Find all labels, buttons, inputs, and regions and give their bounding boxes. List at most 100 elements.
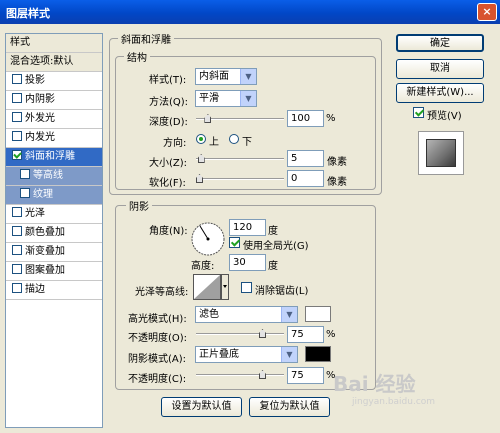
preview-label: 预览(V) — [427, 111, 462, 122]
preview-checkbox[interactable] — [413, 107, 424, 118]
style-checkbox[interactable] — [12, 93, 22, 103]
style-checkbox[interactable] — [12, 283, 22, 293]
style-preview-thumbnail — [418, 131, 464, 175]
style-list-item[interactable]: 颜色叠加 — [6, 224, 102, 243]
style-list-item-label: 投影 — [25, 75, 45, 86]
style-list-item-label: 颜色叠加 — [25, 227, 65, 238]
altitude-input[interactable]: 30 — [229, 254, 266, 271]
ok-button[interactable]: 确定 — [396, 34, 484, 52]
soften-label: 软化(F): — [149, 178, 186, 189]
style-list-item[interactable]: 外发光 — [6, 110, 102, 129]
technique-select[interactable]: 平滑 ▼ — [195, 90, 257, 107]
chevron-down-icon: ▼ — [240, 91, 256, 106]
style-list-item[interactable]: 纹理 — [6, 186, 102, 205]
depth-label: 深度(D): — [149, 117, 188, 128]
angle-input[interactable]: 120 — [229, 219, 266, 236]
style-checkbox[interactable] — [12, 131, 22, 141]
style-checkbox[interactable] — [12, 226, 22, 236]
cancel-button[interactable]: 取消 — [396, 59, 484, 79]
depth-input[interactable]: 100 — [287, 110, 324, 127]
style-list-item[interactable]: 内阴影 — [6, 91, 102, 110]
style-checkbox[interactable] — [12, 245, 22, 255]
style-list-item[interactable]: 内发光 — [6, 129, 102, 148]
style-list-item[interactable]: 渐变叠加 — [6, 243, 102, 262]
new-style-button[interactable]: 新建样式(W)... — [396, 83, 484, 103]
style-checkbox[interactable] — [12, 112, 22, 122]
technique-label: 方法(Q): — [149, 97, 189, 108]
shadow-opacity-label: 不透明度(C): — [128, 374, 187, 385]
global-light-label: 使用全局光(G) — [243, 241, 309, 252]
shadow-mode-select[interactable]: 正片叠底 ▼ — [195, 346, 298, 363]
size-label: 大小(Z): — [149, 158, 188, 169]
style-list-item-label: 纹理 — [33, 189, 53, 200]
gloss-contour-label: 光泽等高线: — [135, 287, 189, 298]
shadow-color-swatch[interactable] — [305, 346, 331, 362]
style-label: 样式(T): — [149, 75, 187, 86]
shadow-opacity-input[interactable]: 75 — [287, 367, 324, 384]
altitude-label: 高度: — [191, 261, 215, 272]
highlight-opacity-input[interactable]: 75 — [287, 326, 324, 343]
style-checkbox[interactable] — [20, 188, 30, 198]
style-list-header[interactable]: 样式 — [6, 34, 102, 53]
size-slider-track[interactable] — [196, 158, 284, 160]
style-list-item-label: 描边 — [25, 284, 45, 295]
close-button[interactable]: × — [477, 3, 497, 21]
gloss-contour-picker-icon[interactable] — [193, 274, 229, 300]
soften-unit: 像素 — [327, 177, 347, 188]
chevron-down-icon: ▼ — [281, 347, 297, 362]
shadow-mode-label: 阴影模式(A): — [128, 354, 187, 365]
highlight-opacity-unit: % — [326, 329, 336, 340]
highlight-opacity-track[interactable] — [196, 333, 284, 335]
style-list-item[interactable]: 等高线 — [6, 167, 102, 186]
style-list-item-label: 等高线 — [33, 170, 63, 181]
structure-title: 结构 — [124, 49, 150, 64]
altitude-unit: 度 — [268, 261, 278, 272]
make-default-button[interactable]: 设置为默认值 — [161, 397, 242, 417]
style-checkbox[interactable] — [12, 74, 22, 84]
size-unit: 像素 — [327, 157, 347, 168]
shading-title: 阴影 — [126, 198, 152, 213]
global-light-checkbox[interactable] — [229, 237, 240, 248]
bevel-group-title: 斜面和浮雕 — [118, 31, 174, 46]
direction-up-radio[interactable] — [196, 134, 206, 144]
style-list-item-label: 内发光 — [25, 132, 55, 143]
depth-unit: % — [326, 113, 336, 124]
style-list-item[interactable]: 描边 — [6, 281, 102, 300]
watermark-url: jingyan.baidu.com — [352, 397, 436, 407]
style-list-item[interactable]: 光泽 — [6, 205, 102, 224]
watermark-brand: Bai 经验 — [333, 372, 416, 396]
style-list-item-label: 图案叠加 — [25, 265, 65, 276]
style-checkbox[interactable] — [12, 264, 22, 274]
reset-default-button[interactable]: 复位为默认值 — [249, 397, 330, 417]
anti-alias-checkbox[interactable] — [241, 282, 252, 293]
highlight-opacity-label: 不透明度(O): — [128, 333, 188, 344]
title-bar[interactable]: 图层样式 × — [0, 0, 500, 24]
direction-down-radio[interactable] — [229, 134, 239, 144]
style-list-item-label: 内阴影 — [25, 94, 55, 105]
highlight-color-swatch[interactable] — [305, 306, 331, 322]
style-checkbox[interactable] — [20, 169, 30, 179]
direction-label: 方向: — [163, 138, 187, 149]
highlight-mode-select[interactable]: 滤色 ▼ — [195, 306, 298, 323]
angle-label: 角度(N): — [149, 226, 188, 237]
style-checkbox[interactable] — [12, 150, 22, 160]
shadow-opacity-track[interactable] — [196, 374, 284, 376]
chevron-down-icon: ▼ — [240, 69, 256, 84]
style-list-item[interactable]: 斜面和浮雕 — [6, 148, 102, 167]
angle-unit: 度 — [268, 226, 278, 237]
style-list-item-label: 光泽 — [25, 208, 45, 219]
style-select[interactable]: 内斜面 ▼ — [195, 68, 257, 85]
style-checkbox[interactable] — [12, 207, 22, 217]
window-title: 图层样式 — [6, 7, 50, 20]
soften-input[interactable]: 0 — [287, 170, 324, 187]
blend-options-item[interactable]: 混合选项:默认 — [6, 53, 102, 72]
style-list-item[interactable]: 投影 — [6, 72, 102, 91]
soften-slider-track[interactable] — [196, 178, 284, 180]
style-list-item[interactable]: 图案叠加 — [6, 262, 102, 281]
anti-alias-label: 消除锯齿(L) — [255, 286, 309, 297]
style-list-item-label: 外发光 — [25, 113, 55, 124]
size-input[interactable]: 5 — [287, 150, 324, 167]
preview-swatch — [426, 139, 456, 167]
angle-dial-icon[interactable] — [190, 221, 226, 257]
style-list-item-label: 渐变叠加 — [25, 246, 65, 257]
